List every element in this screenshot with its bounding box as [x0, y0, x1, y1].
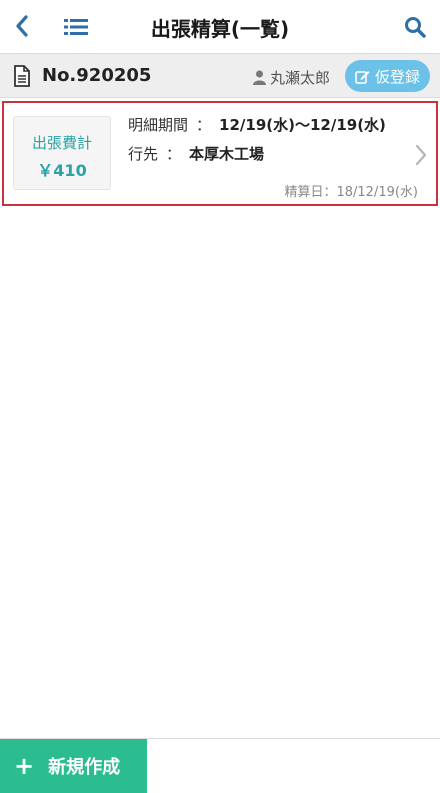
list-item[interactable]: 出張費計 ￥410 明細期間 ： 12/19(水)〜12/19(水) 行先 ： 本厚木工…: [2, 101, 438, 206]
settlement-date: 精算日：18/12/19(水): [284, 185, 418, 200]
period-separator: ：: [196, 116, 212, 134]
period-value: 12/19(水)〜12/19(水): [219, 116, 386, 134]
plus-icon: +: [14, 752, 35, 780]
amount-box: 出張費計 ￥410: [13, 116, 111, 190]
user-info: 丸瀬太郎: [252, 67, 330, 88]
page-title: 出張精算(一覧): [150, 17, 290, 41]
document-icon: [14, 65, 30, 87]
document-number: No.920205: [42, 65, 152, 86]
chevron-right-icon: [415, 144, 427, 166]
new-create-label: 新規作成: [48, 757, 121, 778]
destination-row: 行先 ： 本厚木工場: [128, 143, 264, 164]
destination-value: 本厚木工場: [189, 145, 265, 163]
search-icon: [405, 17, 426, 38]
period-label: 明細期間: [128, 116, 189, 134]
new-create-button[interactable]: + 新規作成: [0, 739, 147, 793]
amount-value: ￥410: [37, 161, 87, 180]
header-bar: 出張精算(一覧): [0, 0, 440, 54]
footer-bar: + 新規作成: [0, 738, 440, 793]
period-row: 明細期間 ： 12/19(水)〜12/19(水): [128, 114, 386, 135]
user-icon: [252, 70, 266, 85]
register-button-label: 仮登録: [374, 67, 420, 86]
document-info-bar: No.920205 丸瀬太郎 仮登録: [0, 54, 440, 98]
destination-label: 行先: [128, 145, 159, 163]
edit-icon: [355, 70, 370, 84]
user-name: 丸瀬太郎: [269, 69, 330, 87]
destination-separator: ：: [166, 145, 182, 163]
amount-label: 出張費計: [31, 134, 92, 152]
provisional-register-button[interactable]: 仮登録: [344, 60, 430, 92]
search-button[interactable]: [400, 12, 430, 42]
